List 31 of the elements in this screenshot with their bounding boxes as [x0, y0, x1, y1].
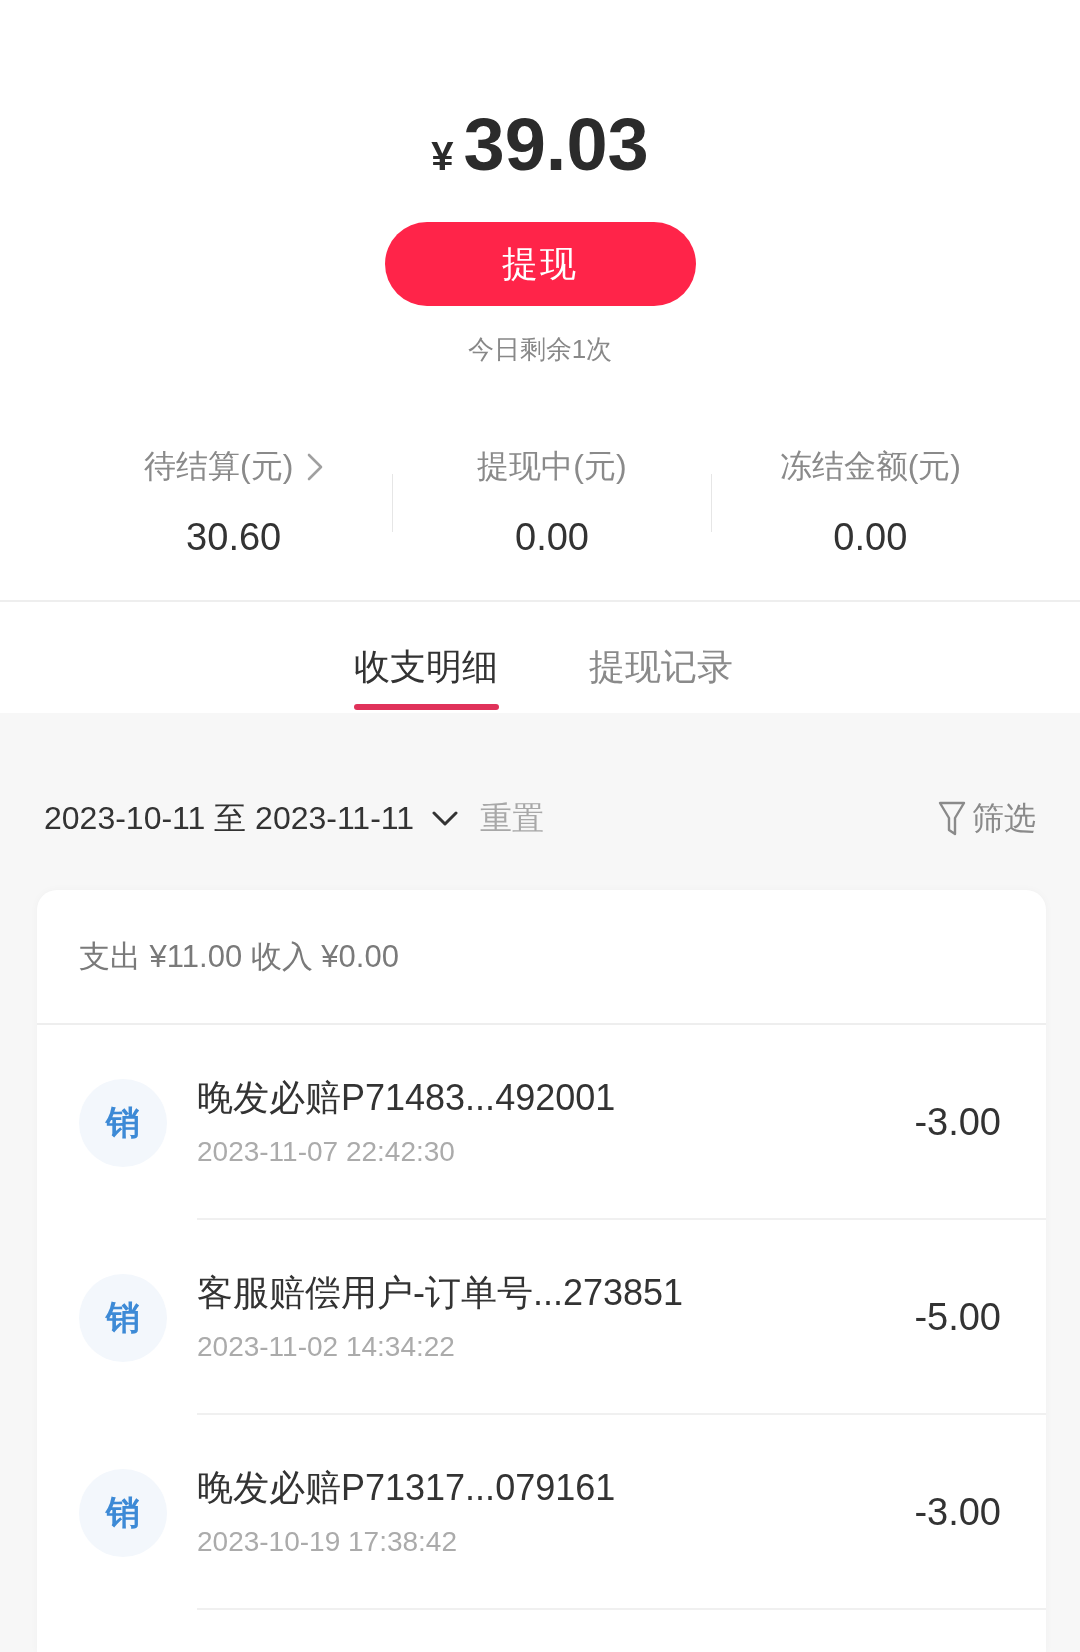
transaction-amount: -5.00 [914, 1296, 1001, 1339]
stat-label: 提现中(元) [477, 447, 627, 486]
balance-amount: 39.03 [463, 105, 649, 185]
transaction-title: 晚发必赔P71483...492001 [197, 1075, 616, 1120]
stat-label: 冻结金额(元) [779, 447, 961, 486]
stat-link[interactable]: 待结算(元) [144, 445, 294, 489]
filter-button[interactable]: 筛选 [938, 797, 1036, 841]
type-tag: 销 [79, 1273, 167, 1362]
filter-icon [938, 801, 966, 837]
currency-symbol: ¥ [431, 136, 454, 176]
transaction-time: 2023-10-19 17:38:42 [197, 1524, 458, 1559]
date-range-picker[interactable]: 2023-10-11 至 2023-11-11 [44, 797, 459, 841]
tab[interactable]: 提现记录 [588, 602, 733, 713]
type-tag: 销 [79, 1468, 167, 1557]
tab[interactable]: 收支明细 [353, 602, 499, 713]
transaction-title: 晚发必赔P71317...079161 [197, 1465, 616, 1510]
reset-button[interactable]: 重置 [480, 797, 545, 841]
transaction-time: 2023-11-02 14:34:22 [197, 1329, 456, 1364]
summary-text: 支出 ¥11.00 收入 ¥0.00 [79, 937, 399, 976]
type-tag: 销 [79, 1078, 167, 1167]
stat-value: 0.00 [515, 515, 589, 560]
chevron-right-icon [307, 453, 324, 481]
withdraw-button[interactable]: 提现 [384, 222, 696, 306]
transaction-amount: -3.00 [914, 1101, 1001, 1144]
stat-value: 0.00 [833, 515, 908, 560]
transaction-title: 客服赔偿用户-订单号...273851 [197, 1270, 684, 1315]
transaction-time: 2023-11-07 22:42:30 [197, 1134, 456, 1169]
chevron-down-icon [432, 811, 459, 827]
remaining-note: 今日剩余1次 [467, 333, 613, 366]
stat-value: 30.60 [186, 515, 282, 560]
transaction-amount: -3.00 [914, 1491, 1001, 1534]
